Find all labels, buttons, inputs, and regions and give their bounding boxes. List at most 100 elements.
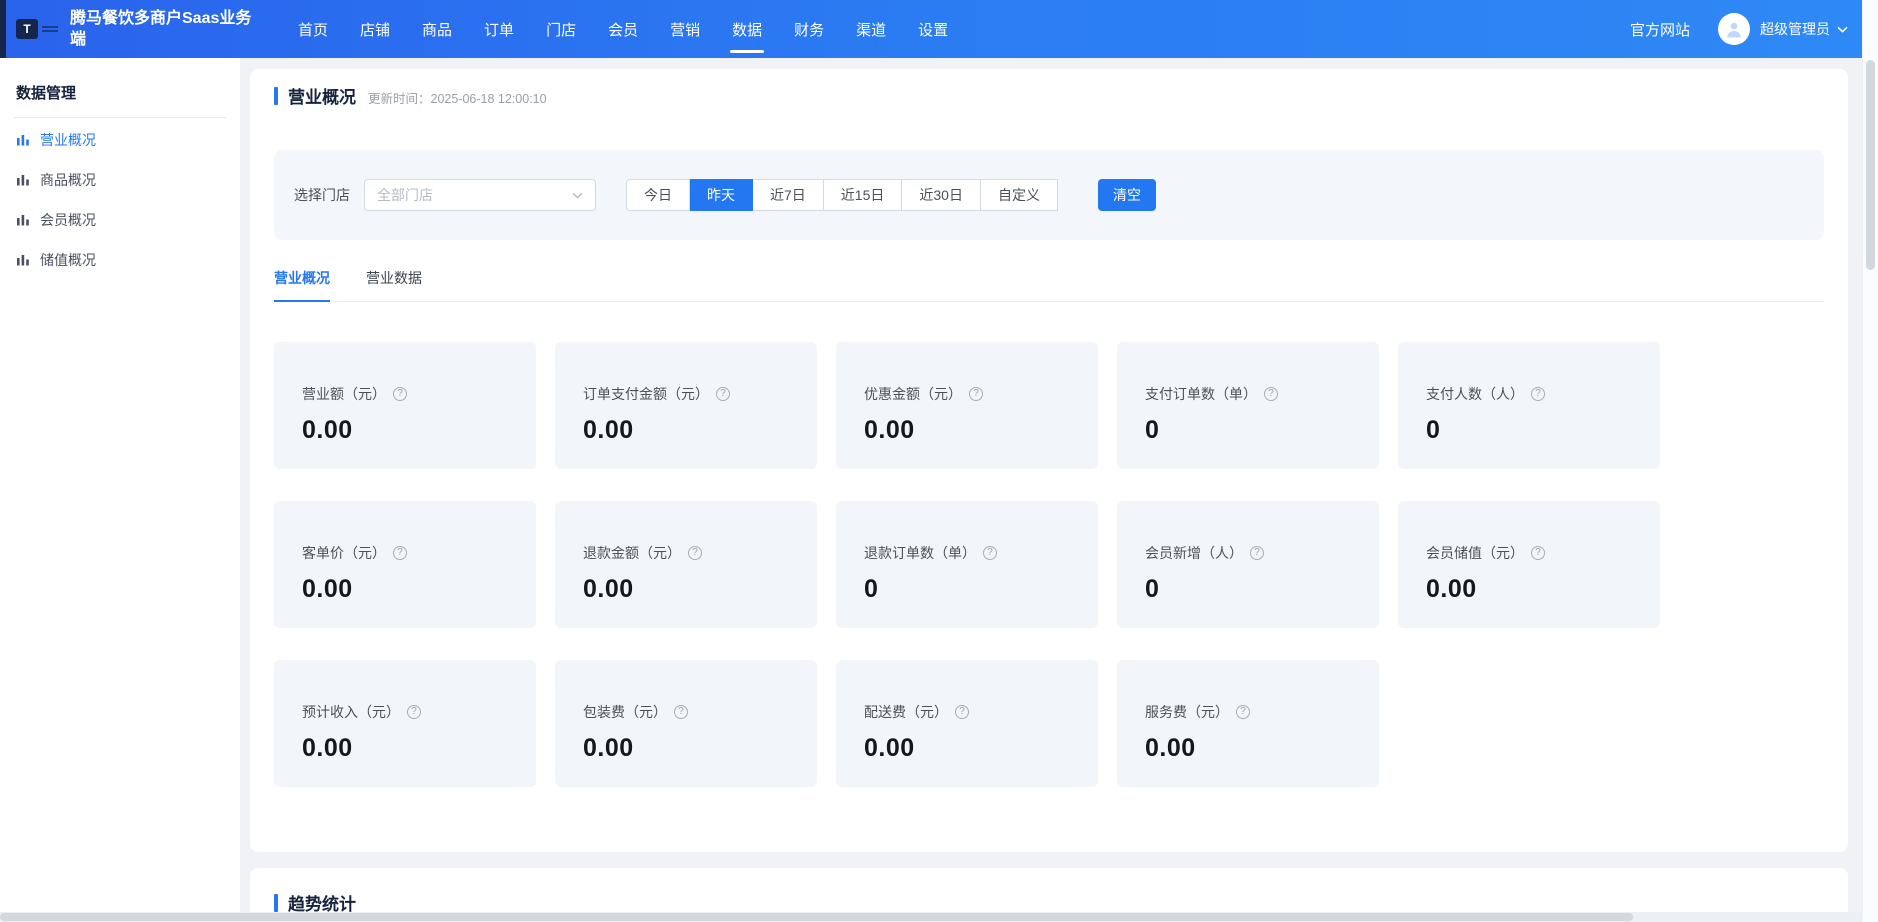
stat-card-label: 支付人数（人）	[1426, 384, 1524, 404]
stat-card-value: 0	[864, 575, 1082, 604]
stat-label-row: 支付订单数（单） ?	[1145, 384, 1363, 404]
stat-card: 订单支付金额（元） ? 0.00	[555, 342, 817, 469]
logo-subtext	[42, 24, 58, 34]
avatar[interactable]	[1718, 13, 1750, 45]
nav-item[interactable]: 店铺	[344, 0, 406, 58]
stat-card-label: 客单价（元）	[302, 543, 386, 563]
stat-label-row: 订单支付金额（元） ?	[583, 384, 801, 404]
stat-label-row: 退款金额（元） ?	[583, 543, 801, 563]
nav-item[interactable]: 门店	[530, 0, 592, 58]
title-accent-bar	[274, 894, 278, 912]
bar-chart-icon	[16, 173, 30, 187]
stat-label-row: 支付人数（人） ?	[1426, 384, 1644, 404]
help-icon[interactable]: ?	[674, 705, 688, 719]
horizontal-scrollbar-thumb[interactable]	[0, 913, 1633, 921]
stat-card-value: 0.00	[302, 734, 520, 763]
bar-chart-icon	[16, 133, 30, 147]
stat-card-label: 会员储值（元）	[1426, 543, 1524, 563]
date-range-button[interactable]: 昨天	[690, 179, 753, 211]
help-icon[interactable]: ?	[1531, 387, 1545, 401]
nav-item[interactable]: 财务	[778, 0, 840, 58]
stat-card-label: 退款金额（元）	[583, 543, 681, 563]
stat-card: 会员新增（人） ? 0	[1117, 501, 1379, 628]
sidebar-item[interactable]: 营业概况	[0, 120, 240, 160]
help-icon[interactable]: ?	[955, 705, 969, 719]
nav-item[interactable]: 会员	[592, 0, 654, 58]
sidebar-item[interactable]: 商品概况	[0, 160, 240, 200]
help-icon[interactable]: ?	[716, 387, 730, 401]
stat-card: 退款金额（元） ? 0.00	[555, 501, 817, 628]
help-icon[interactable]: ?	[688, 546, 702, 560]
navbar-edge-accent	[0, 0, 6, 58]
store-select-label: 选择门店	[294, 185, 350, 205]
tab[interactable]: 营业概况	[274, 268, 330, 302]
clear-button[interactable]: 清空	[1098, 179, 1156, 211]
stat-card: 营业额（元） ? 0.00	[274, 342, 536, 469]
bar-chart-icon	[16, 253, 30, 267]
nav-item[interactable]: 首页	[282, 0, 344, 58]
stat-card-label: 支付订单数（单）	[1145, 384, 1257, 404]
vertical-scrollbar[interactable]	[1862, 0, 1878, 922]
help-icon[interactable]: ?	[393, 546, 407, 560]
user-name[interactable]: 超级管理员	[1760, 19, 1830, 39]
stat-label-row: 退款订单数（单） ?	[864, 543, 1082, 563]
help-icon[interactable]: ?	[1250, 546, 1264, 560]
nav-item[interactable]: 数据	[716, 0, 778, 58]
stat-card-value: 0.00	[583, 575, 801, 604]
sidebar-item-label: 营业概况	[40, 130, 96, 150]
stat-label-row: 会员储值（元） ?	[1426, 543, 1644, 563]
help-icon[interactable]: ?	[969, 387, 983, 401]
help-icon[interactable]: ?	[1264, 387, 1278, 401]
stat-card-label: 预计收入（元）	[302, 702, 400, 722]
date-range-group: 今日 昨天 近7日 近15日 近30日 自定义	[626, 179, 1058, 211]
sidebar-title: 数据管理	[16, 82, 224, 103]
sidebar: 数据管理 营业概况 商品概况 会员概况	[0, 58, 240, 922]
stat-card-value: 0	[1426, 416, 1644, 445]
tab[interactable]: 营业数据	[366, 268, 422, 302]
date-range-button[interactable]: 近15日	[824, 179, 903, 211]
nav-item-label: 数据	[732, 19, 762, 40]
official-site-link[interactable]: 官方网站	[1630, 19, 1690, 40]
nav-item-label: 营销	[670, 19, 700, 40]
help-icon[interactable]: ?	[407, 705, 421, 719]
stat-label-row: 优惠金额（元） ?	[864, 384, 1082, 404]
app-logo[interactable]: T	[16, 19, 58, 39]
help-icon[interactable]: ?	[1531, 546, 1545, 560]
chevron-down-icon[interactable]	[1837, 26, 1848, 33]
nav-item[interactable]: 商品	[406, 0, 468, 58]
nav-item[interactable]: 订单	[468, 0, 530, 58]
date-range-button[interactable]: 今日	[626, 179, 690, 211]
stat-label-row: 预计收入（元） ?	[302, 702, 520, 722]
nav-item-label: 商品	[422, 19, 452, 40]
store-select[interactable]: 全部门店	[364, 179, 596, 211]
nav-item[interactable]: 渠道	[840, 0, 902, 58]
stat-card-value: 0.00	[302, 416, 520, 445]
stat-label-row: 客单价（元） ?	[302, 543, 520, 563]
nav-item[interactable]: 设置	[902, 0, 964, 58]
store-select-value: 全部门店	[377, 185, 572, 205]
date-range-button[interactable]: 近30日	[902, 179, 981, 211]
vertical-scrollbar-thumb[interactable]	[1866, 60, 1875, 270]
logo-icon: T	[16, 19, 38, 39]
nav-item-label: 首页	[298, 19, 328, 40]
date-range-button[interactable]: 近7日	[753, 179, 824, 211]
stat-card-value: 0.00	[864, 734, 1082, 763]
stat-card: 支付人数（人） ? 0	[1398, 342, 1660, 469]
nav-item[interactable]: 营销	[654, 0, 716, 58]
sidebar-item[interactable]: 会员概况	[0, 200, 240, 240]
stat-card-value: 0.00	[302, 575, 520, 604]
stat-card: 包装费（元） ? 0.00	[555, 660, 817, 787]
horizontal-scrollbar[interactable]	[0, 912, 1862, 922]
help-icon[interactable]: ?	[393, 387, 407, 401]
date-range-button[interactable]: 自定义	[981, 179, 1058, 211]
stat-card: 预计收入（元） ? 0.00	[274, 660, 536, 787]
help-icon[interactable]: ?	[983, 546, 997, 560]
help-icon[interactable]: ?	[1236, 705, 1250, 719]
sidebar-item-label: 商品概况	[40, 170, 96, 190]
sidebar-item[interactable]: 储值概况	[0, 240, 240, 280]
chevron-down-icon	[572, 192, 583, 199]
stat-label-row: 会员新增（人） ?	[1145, 543, 1363, 563]
stat-card-value: 0.00	[864, 416, 1082, 445]
stat-card-label: 优惠金额（元）	[864, 384, 962, 404]
filter-panel: 选择门店 全部门店 今日 昨天 近7日 近15日 近30日	[274, 150, 1824, 240]
